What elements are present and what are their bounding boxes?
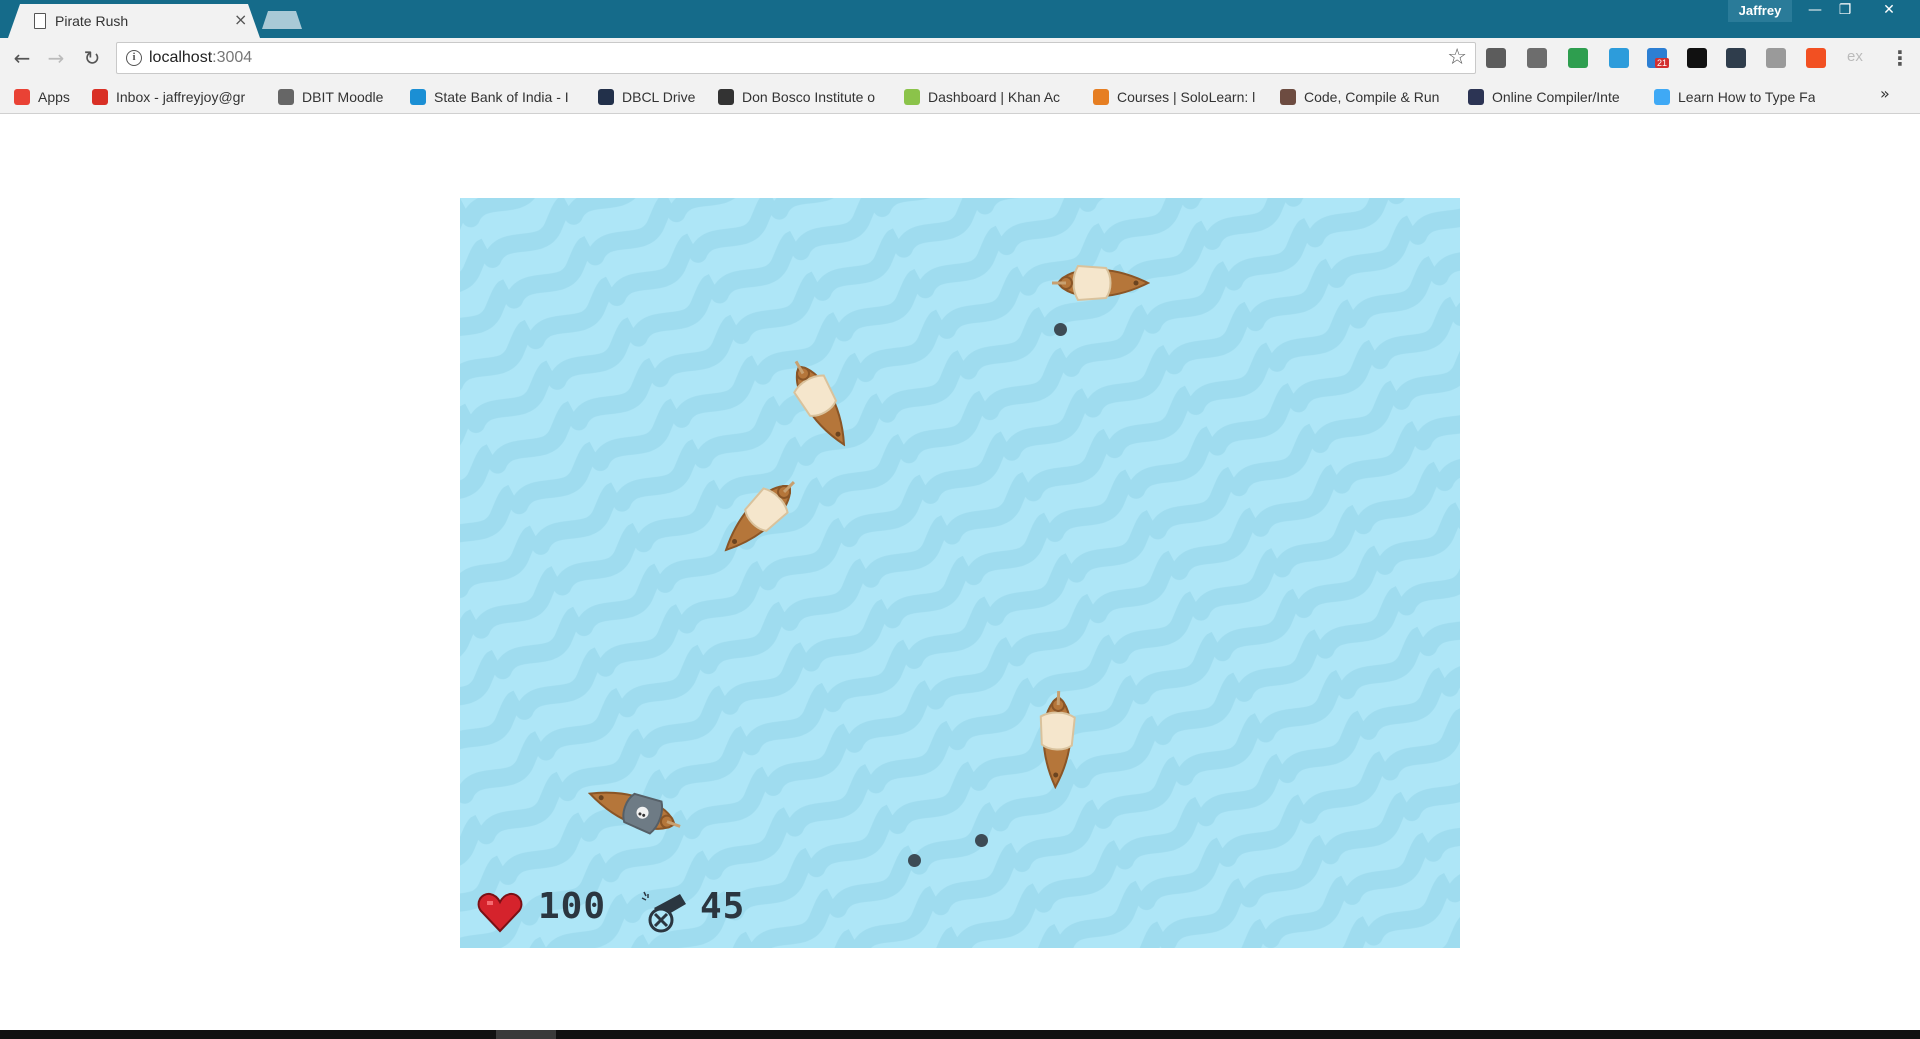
bookmark-item[interactable]: Don Bosco Institute o (718, 87, 888, 107)
bookmark-item[interactable]: Courses | SoloLearn: l (1093, 87, 1263, 107)
moodle-icon (278, 89, 294, 105)
profile-button[interactable]: Jaffrey (1728, 0, 1792, 22)
enemy-ship (1039, 690, 1076, 790)
bookmark-item[interactable]: Inbox - jaffreyjoy@gr (92, 87, 262, 107)
window-icon[interactable] (1609, 48, 1629, 68)
bookmark-label: State Bank of India - I (434, 89, 569, 105)
bookmarks-bar: Apps Inbox - jaffreyjoy@gr DBIT Moodle Stat… (0, 78, 1920, 114)
title-bar: Pirate Rush × Jaffrey — ❐ ✕ (0, 0, 1920, 38)
bookmark-label: Don Bosco Institute o (742, 89, 876, 105)
gmail-icon (92, 89, 108, 105)
bookmark-label: Courses | SoloLearn: l (1117, 89, 1256, 105)
dots-icon[interactable] (1726, 48, 1746, 68)
restore-icon[interactable]: ❐ (1828, 0, 1862, 22)
todo-badge: 21 (1655, 58, 1670, 68)
settings-icon[interactable] (1766, 48, 1786, 68)
info-icon[interactable]: i (126, 50, 142, 66)
minimize-icon[interactable]: — (1798, 0, 1832, 22)
forward-icon[interactable]: → (44, 46, 68, 70)
bookmark-item[interactable]: Online Compiler/Inte (1468, 87, 1638, 107)
bookmark-item[interactable]: Learn How to Type Fa (1654, 87, 1824, 107)
dbit-icon (718, 89, 734, 105)
health-heart-icon (477, 892, 523, 933)
bookmark-item[interactable]: DBCL Drive (598, 87, 706, 107)
taskbar (0, 1030, 1920, 1039)
ex-icon[interactable]: ex (1846, 48, 1866, 68)
sbi-icon (410, 89, 426, 105)
address-bar[interactable]: i localhost:3004 ☆ (116, 42, 1476, 74)
toolbar: ← → ↻ i localhost:3004 ☆ 21 ex ⋮ (0, 38, 1920, 78)
back-icon[interactable]: ← (10, 46, 34, 70)
bookmark-label: Dashboard | Khan Ac (928, 89, 1061, 105)
cannonball (1054, 323, 1067, 336)
bookmark-label: Inbox - jaffreyjoy@gr (116, 89, 246, 105)
cannonball (975, 834, 988, 847)
cannonball (908, 854, 921, 867)
bookmark-label: Code, Compile & Run (1304, 89, 1440, 105)
health-value: 100 (538, 886, 607, 927)
bookmark-item[interactable]: State Bank of India - I (410, 87, 580, 107)
taskbar-active-app[interactable] (496, 1030, 556, 1039)
sololearn-icon (1093, 89, 1109, 105)
ex-label: ex (1847, 48, 1863, 65)
bookmark-star-icon[interactable]: ☆ (1447, 45, 1467, 70)
percent-icon[interactable] (1806, 48, 1826, 68)
cloud-icon (598, 89, 614, 105)
close-window-icon[interactable]: ✕ (1872, 0, 1906, 22)
bookmark-label: Online Compiler/Inte (1492, 89, 1620, 105)
bookmarks-overflow-icon[interactable]: » (1880, 84, 1890, 103)
hackerearth-icon (1468, 89, 1484, 105)
bookmark-item[interactable]: DBIT Moodle (278, 87, 403, 107)
pocket-icon[interactable] (1486, 48, 1506, 68)
apps-grid-icon (14, 89, 30, 105)
bookmark-label: Apps (38, 89, 70, 105)
cannon-ammo-icon (641, 891, 686, 933)
bookmark-label: DBIT Moodle (302, 89, 384, 105)
menu-icon[interactable]: ⋮ (1890, 46, 1910, 70)
bookmark-item[interactable]: Apps (14, 87, 84, 107)
enemy-ship (1052, 264, 1150, 302)
code-icon[interactable] (1687, 48, 1707, 68)
reload-icon[interactable]: ↻ (80, 46, 104, 70)
bookmark-label: DBCL Drive (622, 89, 696, 105)
tab-title: Pirate Rush (55, 13, 129, 29)
todo-icon[interactable]: 21 (1647, 48, 1670, 68)
evernote-icon[interactable] (1527, 48, 1547, 68)
game-canvas[interactable]: 100 45 (460, 198, 1460, 948)
eyedropper-icon[interactable] (1568, 48, 1588, 68)
new-tab-button[interactable] (262, 11, 302, 29)
codechef-icon (1280, 89, 1296, 105)
tab-pirate-rush[interactable]: Pirate Rush × (8, 4, 260, 38)
close-tab-icon[interactable]: × (234, 10, 247, 29)
ammo-value: 45 (700, 886, 746, 927)
bookmark-item[interactable]: Dashboard | Khan Ac (904, 87, 1074, 107)
typing-icon (1654, 89, 1670, 105)
page-icon (34, 13, 46, 29)
url-text[interactable]: localhost:3004 (149, 49, 252, 67)
sea-background (460, 198, 1460, 948)
bookmark-item[interactable]: Code, Compile & Run (1280, 87, 1450, 107)
bookmark-label: Learn How to Type Fa (1678, 89, 1816, 105)
khan-icon (904, 89, 920, 105)
